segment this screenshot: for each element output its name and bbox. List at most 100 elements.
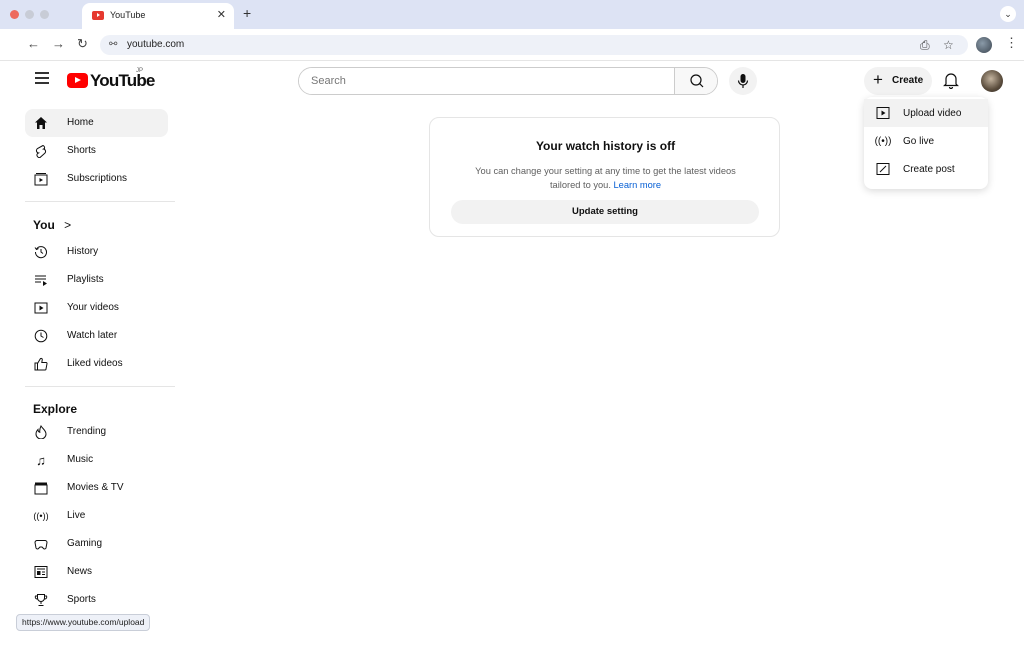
url-text[interactable]: youtube.com [127,39,184,50]
browser-profile-avatar[interactable] [976,37,992,53]
sidebar-item-live[interactable]: ((•)) Live [25,502,168,530]
sidebar-item-label: Movies & TV [67,482,124,493]
card-body: You can change your setting at any time … [460,164,751,192]
forward-arrow-icon[interactable]: → [52,36,65,51]
install-app-icon[interactable]: ⎙ [920,38,930,53]
site-settings-icon[interactable]: ⚯ [109,39,117,50]
sidebar-item-liked-videos[interactable]: Liked videos [25,350,168,378]
you-title-text: You [33,218,55,232]
youtube-header: YouTube JP + Create [0,62,1024,102]
update-setting-button[interactable]: Update setting [451,200,759,224]
user-avatar[interactable] [981,70,1003,92]
menu-item-label: Go live [903,136,935,147]
search-box [298,67,718,95]
menu-item-go-live[interactable]: ((•)) Go live [864,127,988,155]
game-controller-icon [33,536,49,552]
create-label: Create [892,75,924,86]
new-tab-button[interactable]: + [243,5,251,21]
sidebar-item-watch-later[interactable]: Watch later [25,322,168,350]
hamburger-menu-icon[interactable] [35,72,49,84]
browser-menu-icon[interactable]: ⋮ [1005,35,1018,51]
shorts-icon [33,143,49,159]
plus-icon: + [873,70,883,89]
microphone-icon [737,74,749,88]
learn-more-link[interactable]: Learn more [614,180,662,190]
sidebar-item-label: Gaming [67,538,103,549]
create-button[interactable]: + Create [864,67,932,95]
sidebar-item-label: Your videos [67,302,119,313]
your-videos-icon [33,300,49,316]
sidebar-item-trending[interactable]: Trending [25,418,168,446]
logo-region-code: JP [136,68,144,74]
menu-item-upload-video[interactable]: Upload video [864,99,988,127]
edit-post-icon [876,162,890,176]
sidebar-item-label: Shorts [67,145,96,156]
sidebar-item-your-videos[interactable]: Your videos [25,294,168,322]
sidebar-divider [25,201,175,202]
explore-section-title: Explore [33,402,78,416]
live-broadcast-icon: ((•)) [33,511,49,521]
sidebar-item-music[interactable]: ♫ Music [25,446,168,474]
you-chevron-icon: > [64,218,72,232]
sidebar-item-news[interactable]: News [25,558,168,586]
tab-title: YouTube [110,10,146,20]
create-menu: Upload video ((•)) Go live Create post [864,97,988,189]
bookmark-star-icon[interactable]: ☆ [943,38,954,52]
search-input[interactable] [299,68,674,94]
you-section-title[interactable]: You > [33,218,71,232]
minimize-window-button[interactable] [25,10,34,19]
sidebar-divider [25,386,175,387]
sidebar-item-label: Home [67,117,94,128]
tab-close-icon[interactable]: ✕ [217,8,226,21]
browser-tab[interactable]: YouTube ✕ [82,3,234,29]
subscriptions-icon [33,171,49,187]
voice-search-button[interactable] [729,67,757,95]
omnibox[interactable]: ⚯ youtube.com ⎙ ☆ [100,35,968,55]
sidebar-item-history[interactable]: History [25,238,168,266]
card-title: Your watch history is off [535,139,676,153]
sidebar-item-label: Watch later [67,330,118,341]
close-window-button[interactable] [10,10,19,19]
menu-item-label: Upload video [903,108,962,119]
sidebar-item-label: Music [67,454,94,465]
sidebar-item-home[interactable]: Home [25,109,168,137]
sidebar-item-label: Sports [67,594,96,605]
clapperboard-icon [33,480,49,496]
home-icon [33,115,49,131]
thumbs-up-icon [33,356,49,372]
trending-flame-icon [33,424,49,440]
sidebar-item-subscriptions[interactable]: Subscriptions [25,165,168,193]
clock-icon [33,328,49,344]
browser-tab-strip: YouTube ✕ + ⌄ [0,0,1024,29]
sidebar-item-label: Live [67,510,86,521]
back-arrow-icon[interactable]: ← [27,36,40,51]
search-icon [690,74,704,88]
newspaper-icon [33,564,49,580]
tab-search-chevron-icon[interactable]: ⌄ [1000,6,1016,22]
youtube-favicon-icon [92,11,104,20]
history-icon [33,244,49,260]
sidebar-item-label: Subscriptions [67,173,128,184]
maximize-window-button[interactable] [40,10,49,19]
sidebar-item-label: Liked videos [67,358,123,369]
sidebar-item-label: Trending [67,426,107,437]
sidebar-item-playlists[interactable]: Playlists [25,266,168,294]
address-bar-row: ← → ↻ ⚯ youtube.com ⎙ ☆ ⋮ [0,29,1024,61]
sidebar-item-label: History [67,246,99,257]
upload-video-icon [876,106,890,120]
sidebar-item-gaming[interactable]: Gaming [25,530,168,558]
music-note-icon: ♫ [36,452,46,468]
sidebar-item-sports[interactable]: Sports [25,586,168,614]
sidebar-item-label: Playlists [67,274,104,285]
notifications-bell-icon[interactable] [943,71,959,89]
sidebar-item-shorts[interactable]: Shorts [25,137,168,165]
status-bar-url: https://www.youtube.com/upload [16,614,151,631]
youtube-play-icon [67,73,88,88]
menu-item-create-post[interactable]: Create post [864,155,988,183]
reload-icon[interactable]: ↻ [77,36,88,52]
live-broadcast-icon: ((•)) [874,135,892,147]
card-body-text: You can change your setting at any time … [475,166,736,190]
search-button[interactable] [674,68,717,94]
sidebar-item-movies-tv[interactable]: Movies & TV [25,474,168,502]
sidebar-item-label: News [67,566,93,577]
